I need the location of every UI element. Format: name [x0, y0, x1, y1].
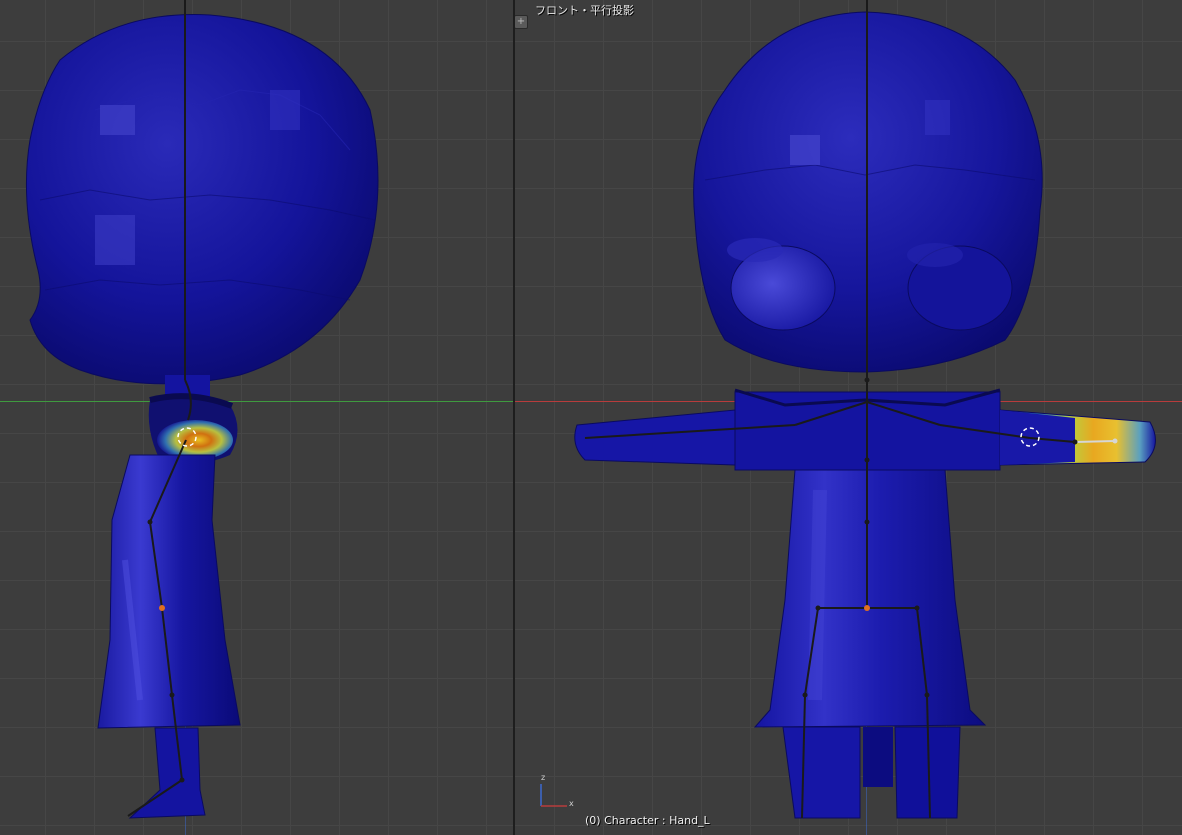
- viewport-split-handle-2[interactable]: +: [515, 15, 528, 29]
- body-mesh: [97, 454, 241, 729]
- active-object-status: (0) Character : Hand_L: [585, 814, 710, 827]
- gizmo-z-label: z: [541, 773, 546, 782]
- selected-joint-side: [159, 605, 165, 611]
- active-bone-hand-l: [1074, 440, 1116, 443]
- selected-joint-front: [864, 605, 870, 611]
- viewport-side-view[interactable]: [0, 0, 513, 835]
- gizmo-x-label: x: [569, 799, 574, 808]
- viewport-front-view[interactable]: + + フロント・平行投影 z x (0) Character : Hand_L: [515, 0, 1182, 835]
- view-label: フロント・平行投影: [535, 4, 634, 17]
- body-mesh: [753, 469, 987, 728]
- head-mesh: [25, 14, 379, 385]
- character-mesh-side[interactable]: [0, 0, 513, 835]
- character-mesh-front[interactable]: [515, 0, 1182, 835]
